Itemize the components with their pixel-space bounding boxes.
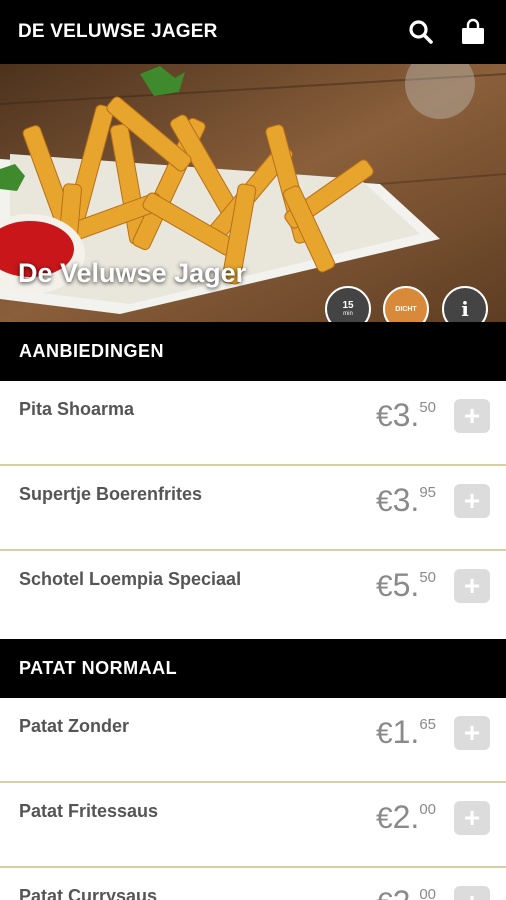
- add-to-cart-button[interactable]: +: [454, 484, 490, 518]
- menu-item-name: Patat Fritessaus: [19, 801, 159, 821]
- plus-icon: +: [463, 802, 481, 833]
- status-label: DICHT: [395, 305, 417, 313]
- menu-item-price: €3.95: [375, 482, 436, 518]
- shopping-bag-icon[interactable]: [458, 17, 488, 47]
- menu-item-price: €3.50: [375, 397, 436, 433]
- add-to-cart-button[interactable]: +: [454, 399, 490, 433]
- menu-item[interactable]: Patat Fritessaus €2.00 +: [0, 783, 506, 868]
- menu-item-price: €2.00: [376, 884, 436, 900]
- plus-icon: +: [463, 400, 481, 431]
- menu-item-name: Schotel Loempia Speciaal: [19, 569, 242, 589]
- menu-item-name: Patat Currysaus: [19, 886, 158, 900]
- app-title: DE VELUWSE JAGER: [18, 21, 218, 42]
- app-header: DE VELUWSE JAGER: [0, 0, 506, 64]
- delivery-time-unit: min: [343, 310, 353, 317]
- add-to-cart-button[interactable]: +: [454, 716, 490, 750]
- menu-item[interactable]: Patat Zonder €1.65 +: [0, 698, 506, 783]
- menu-item[interactable]: Patat Currysaus €2.00 +: [0, 868, 506, 900]
- info-icon: i: [461, 297, 469, 321]
- add-to-cart-button[interactable]: +: [454, 569, 490, 603]
- menu-item-price: €5.50: [375, 567, 436, 603]
- plus-icon: +: [464, 887, 480, 900]
- section-header-patat-normaal: PATAT NORMAAL: [0, 639, 506, 698]
- section-header-aanbiedingen: AANBIEDINGEN: [0, 322, 506, 381]
- add-to-cart-button[interactable]: +: [454, 801, 490, 835]
- add-to-cart-button[interactable]: +: [454, 886, 490, 900]
- menu-item-price: €2.00: [375, 799, 436, 835]
- menu-item[interactable]: Schotel Loempia Speciaal €5.50 +: [0, 551, 506, 639]
- menu-item-name: Patat Zonder: [19, 716, 130, 736]
- delivery-time-value: 15: [342, 299, 354, 311]
- menu-item-name: Pita Shoarma: [19, 399, 135, 419]
- menu-item[interactable]: Supertje Boerenfrites €3.95 +: [0, 466, 506, 551]
- shop-name: De Veluwse Jager: [18, 258, 247, 288]
- menu-item[interactable]: Pita Shoarma €3.50 +: [0, 381, 506, 466]
- plus-icon: +: [463, 717, 481, 748]
- plus-icon: +: [463, 570, 481, 601]
- search-icon[interactable]: [406, 17, 436, 47]
- menu-item-name: Supertje Boerenfrites: [19, 484, 203, 504]
- hero-banner: De Veluwse Jager: [0, 64, 506, 322]
- menu-item-price: €1.65: [375, 714, 436, 750]
- plus-icon: +: [463, 485, 481, 516]
